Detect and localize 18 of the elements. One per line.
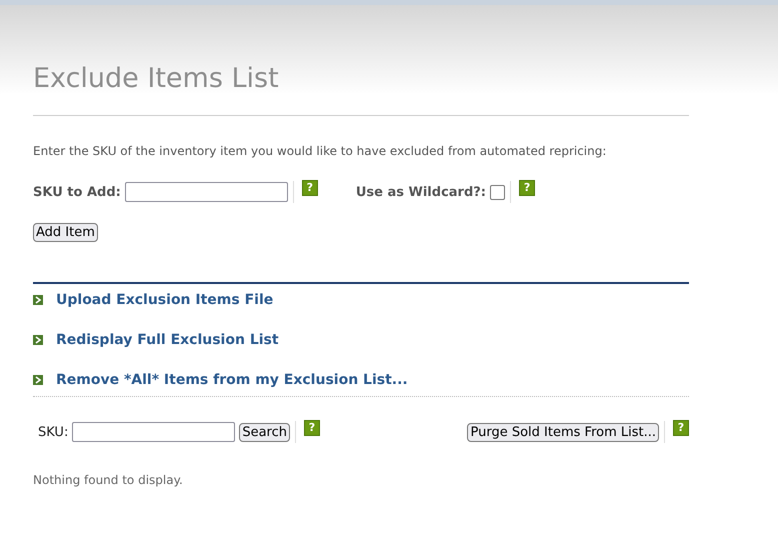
arrow-icon xyxy=(33,375,43,385)
instruction-text: Enter the SKU of the inventory item you would like to have excluded from automated repricing: xyxy=(33,144,608,158)
action-link[interactable]: Redisplay Full Exclusion List xyxy=(56,332,279,348)
arrow-icon xyxy=(33,295,43,305)
wildcard-label: Use as Wildcard?: xyxy=(356,184,486,200)
sku-input-field[interactable] xyxy=(124,182,288,202)
action-link[interactable]: Upload Exclusion Items File xyxy=(56,292,274,308)
sku-label: SKU to Add: xyxy=(33,184,121,200)
purge-button[interactable]: Purge Sold Items From List... xyxy=(467,422,659,442)
page-title: Exclude Items List xyxy=(33,62,689,116)
arrow-icon xyxy=(33,335,43,345)
search-button[interactable]: Search xyxy=(239,422,290,442)
wildcard-checkbox[interactable] xyxy=(490,184,506,200)
empty-message: Nothing found to display. xyxy=(33,473,184,487)
add-item-button[interactable]: Add Item xyxy=(33,223,98,242)
action-link[interactable]: Remove *All* Items from my Exclusion List... xyxy=(56,372,408,388)
sku-label: SKU: xyxy=(38,424,68,440)
sku-search-field[interactable] xyxy=(72,422,236,442)
